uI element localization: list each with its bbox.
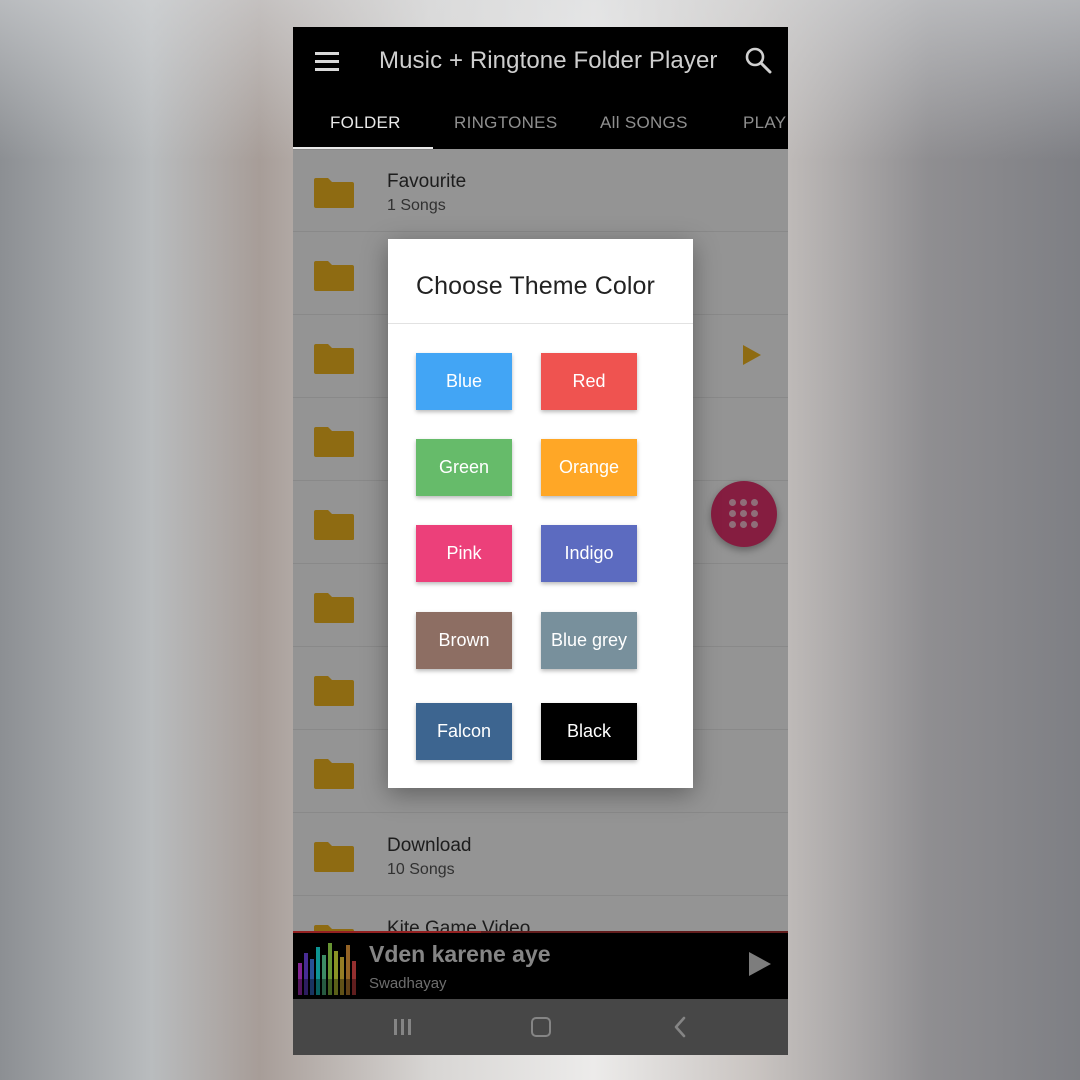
theme-red-button[interactable]: Red	[541, 353, 637, 410]
search-icon[interactable]	[743, 45, 773, 75]
tab-all-songs[interactable]: All SONGS	[600, 113, 688, 133]
menu-icon[interactable]	[315, 52, 339, 72]
app-title: Music + Ringtone Folder Player	[379, 47, 718, 74]
theme-black-button[interactable]: Black	[541, 703, 637, 760]
app-bar: Music + Ringtone Folder Player FOLDER RI…	[293, 27, 788, 150]
theme-pink-button[interactable]: Pink	[416, 525, 512, 582]
dialog-title: Choose Theme Color	[416, 272, 655, 300]
theme-indigo-button[interactable]: Indigo	[541, 525, 637, 582]
theme-orange-button[interactable]: Orange	[541, 439, 637, 496]
theme-blue-button[interactable]: Blue	[416, 353, 512, 410]
theme-brown-button[interactable]: Brown	[416, 612, 512, 669]
tab-folder[interactable]: FOLDER	[330, 113, 401, 133]
theme-falcon-button[interactable]: Falcon	[416, 703, 512, 760]
tab-bar: FOLDER RINGTONES All SONGS PLAY	[293, 97, 788, 149]
theme-green-button[interactable]: Green	[416, 439, 512, 496]
theme-color-dialog: Choose Theme Color Blue Red Green Orange…	[388, 239, 693, 788]
theme-blue-grey-button[interactable]: Blue grey	[541, 612, 637, 669]
dialog-divider	[388, 323, 693, 324]
tab-ringtones[interactable]: RINGTONES	[454, 113, 557, 133]
tab-playlist[interactable]: PLAY	[743, 113, 786, 133]
